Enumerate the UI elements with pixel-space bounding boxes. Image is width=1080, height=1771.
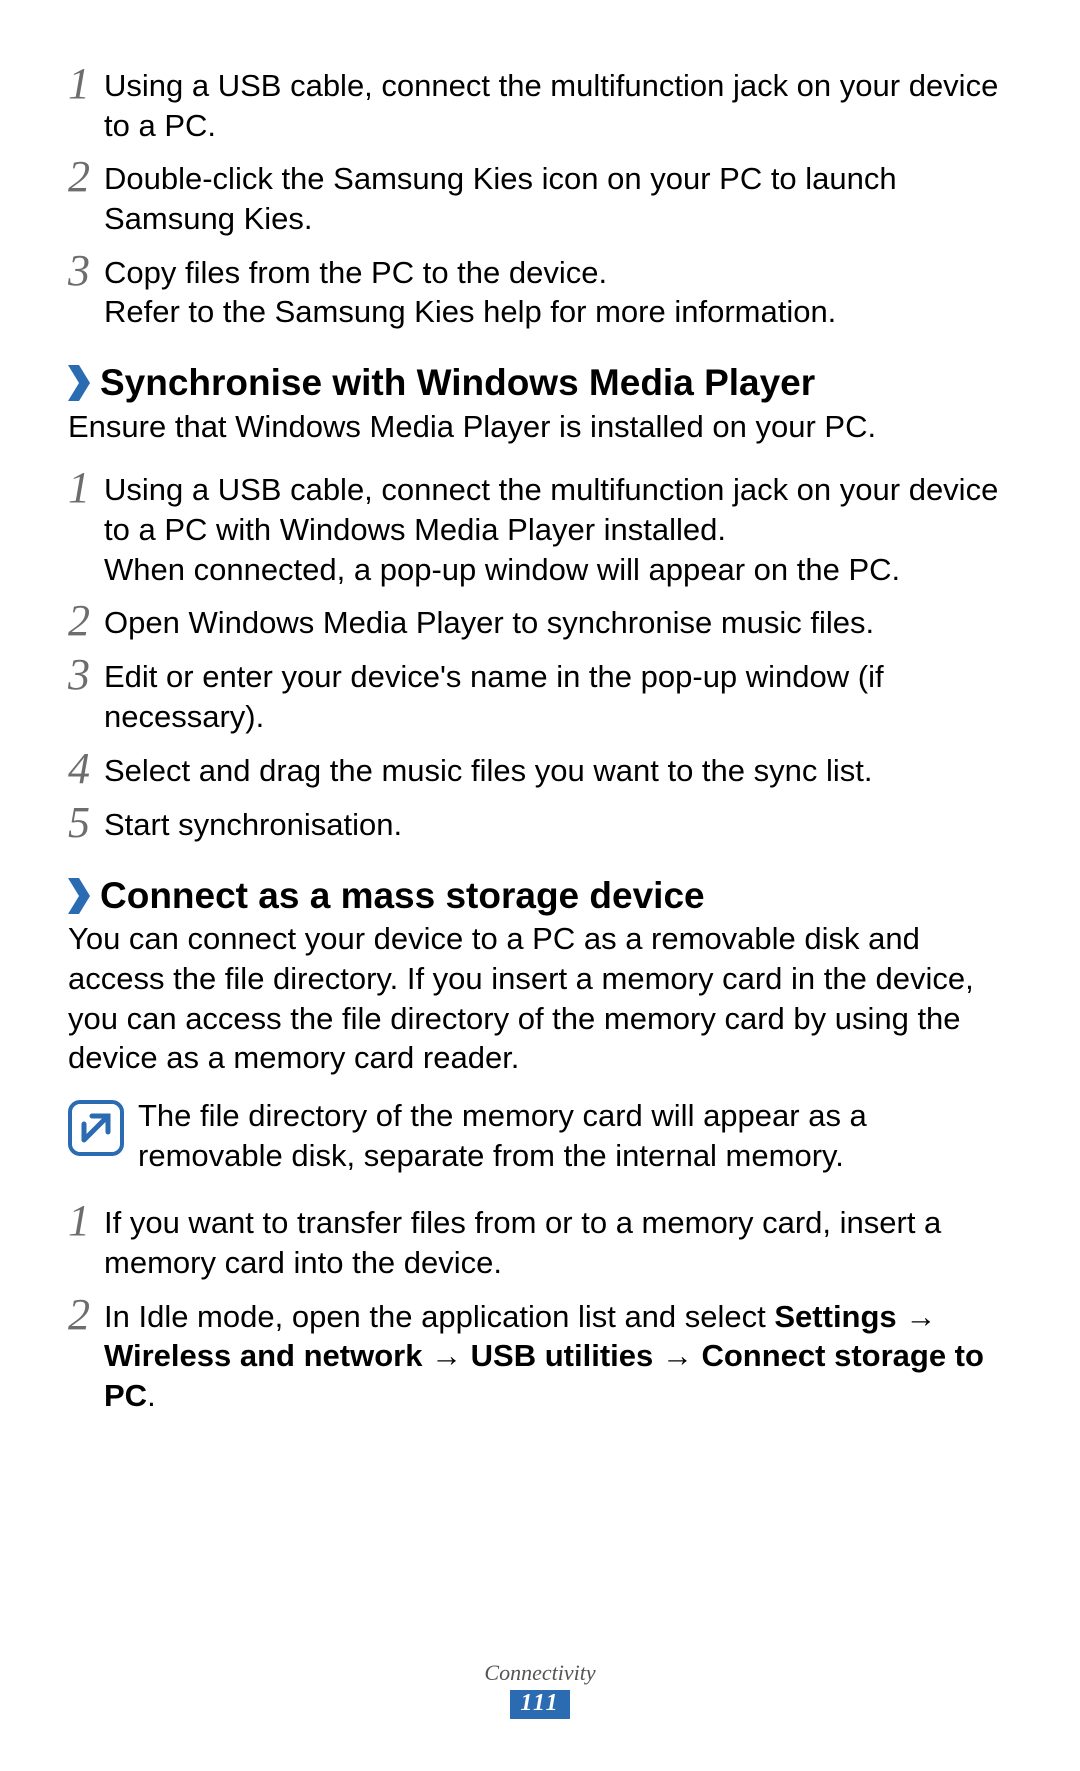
step-number: 2	[68, 153, 104, 199]
section-heading: Synchronise with Windows Media Player	[68, 362, 1012, 405]
step-item: 1 Using a USB cable, connect the multifu…	[68, 60, 1012, 145]
step-item: 2 In Idle mode, open the application lis…	[68, 1291, 1012, 1416]
step-number: 3	[68, 651, 104, 697]
step-number: 2	[68, 1291, 104, 1337]
step-text-prefix: In Idle mode, open the application list …	[104, 1299, 774, 1334]
step-text: Using a USB cable, connect the multifunc…	[104, 464, 1012, 589]
step-item: 3 Edit or enter your device's name in th…	[68, 651, 1012, 736]
step-item: 5 Start synchronisation.	[68, 799, 1012, 845]
step-number: 5	[68, 799, 104, 845]
chevron-icon	[68, 365, 90, 401]
heading-text: Connect as a mass storage device	[100, 875, 705, 918]
manual-page: 1 Using a USB cable, connect the multifu…	[0, 0, 1080, 1771]
step-text: Using a USB cable, connect the multifunc…	[104, 60, 1012, 145]
page-number: 111	[510, 1690, 569, 1719]
note-text: The file directory of the memory card wi…	[138, 1096, 1012, 1175]
step-item: 1 If you want to transfer files from or …	[68, 1197, 1012, 1282]
footer-section-label: Connectivity	[0, 1660, 1080, 1686]
step-number: 1	[68, 464, 104, 510]
step-number: 4	[68, 745, 104, 791]
step-item: 1 Using a USB cable, connect the multifu…	[68, 464, 1012, 589]
step-text-suffix: .	[147, 1378, 156, 1413]
section-intro: You can connect your device to a PC as a…	[68, 919, 1012, 1078]
step-number: 1	[68, 1197, 104, 1243]
step-text: Select and drag the music files you want…	[104, 745, 1012, 791]
section-intro: Ensure that Windows Media Player is inst…	[68, 407, 1012, 447]
page-footer: Connectivity 111	[0, 1660, 1080, 1719]
step-text: If you want to transfer files from or to…	[104, 1197, 1012, 1282]
step-number: 3	[68, 247, 104, 293]
note-icon	[68, 1100, 124, 1156]
step-item: 2 Open Windows Media Player to synchroni…	[68, 597, 1012, 643]
step-text: Open Windows Media Player to synchronise…	[104, 597, 1012, 643]
section-heading: Connect as a mass storage device	[68, 875, 1012, 918]
step-item: 3 Copy files from the PC to the device.R…	[68, 247, 1012, 332]
heading-text: Synchronise with Windows Media Player	[100, 362, 815, 405]
step-item: 2 Double-click the Samsung Kies icon on …	[68, 153, 1012, 238]
step-text: Double-click the Samsung Kies icon on yo…	[104, 153, 1012, 238]
step-item: 4 Select and drag the music files you wa…	[68, 745, 1012, 791]
step-text: Start synchronisation.	[104, 799, 1012, 845]
chevron-icon	[68, 878, 90, 914]
step-text: Copy files from the PC to the device.Ref…	[104, 247, 1012, 332]
step-text: In Idle mode, open the application list …	[104, 1291, 1012, 1416]
step-number: 2	[68, 597, 104, 643]
step-number: 1	[68, 60, 104, 106]
note-block: The file directory of the memory card wi…	[68, 1096, 1012, 1175]
step-text: Edit or enter your device's name in the …	[104, 651, 1012, 736]
